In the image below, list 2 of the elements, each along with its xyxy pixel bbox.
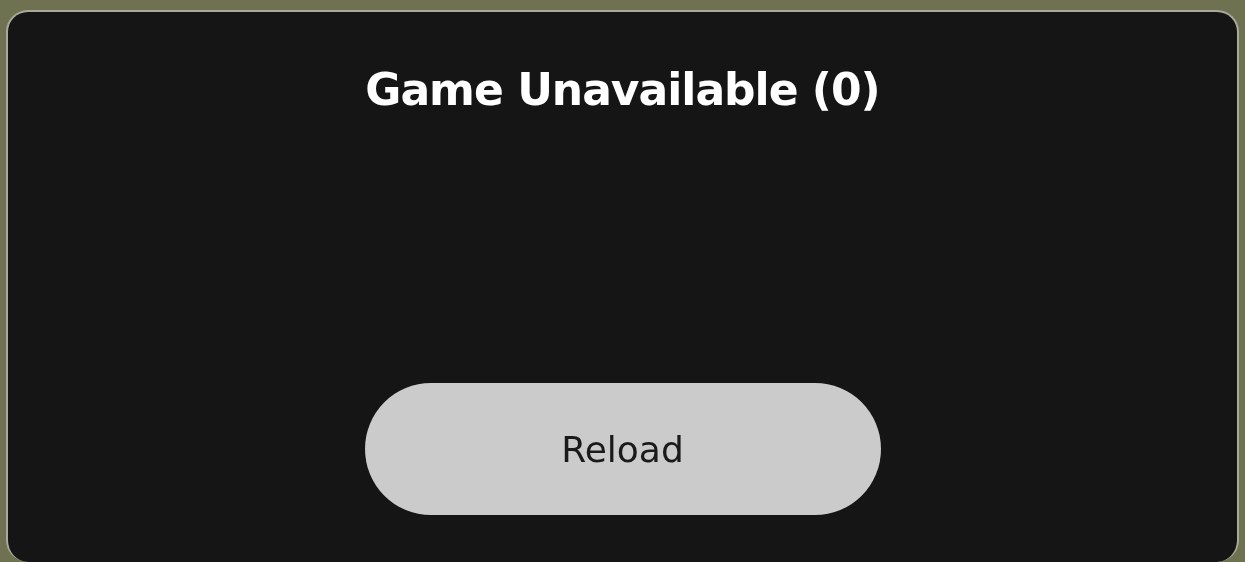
- reload-button[interactable]: Reload: [364, 383, 881, 515]
- dialog-title: Game Unavailable (0): [365, 64, 880, 115]
